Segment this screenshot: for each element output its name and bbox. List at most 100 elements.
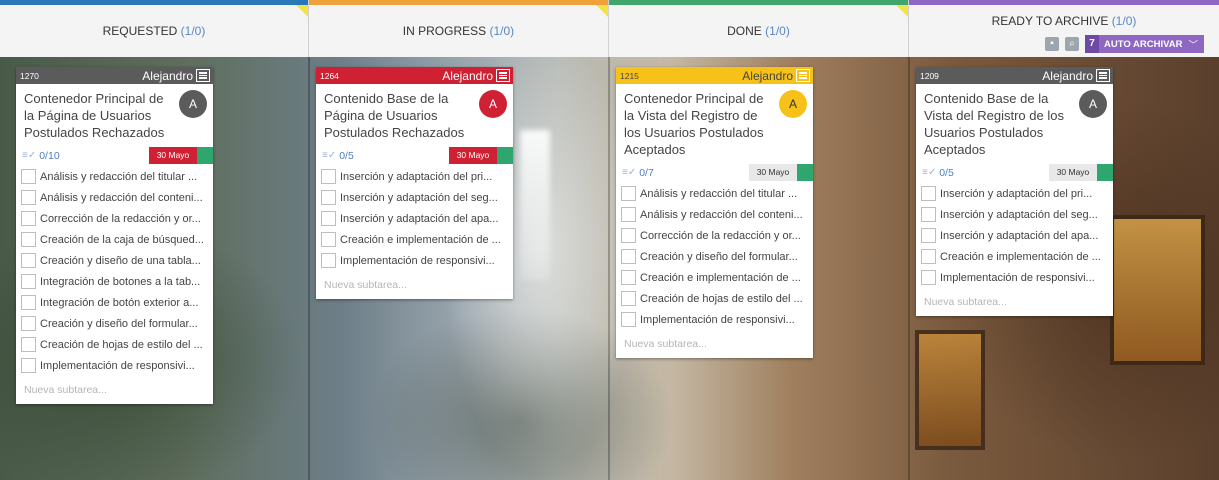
subtask-item[interactable]: Creación y diseño del formular... [16,313,213,334]
subtask-checkbox[interactable] [621,186,636,201]
new-subtask-input[interactable]: Nueva subtarea... [316,275,513,299]
subtask-checkbox[interactable] [21,232,36,247]
subtask-checkbox[interactable] [21,190,36,205]
subtask-item[interactable]: Inserción y adaptación del seg... [916,204,1113,225]
column-header-in-progress[interactable]: IN PROGRESS (1/0) [309,0,609,57]
subtask-item[interactable]: Implementación de responsivi... [16,355,213,376]
avatar[interactable]: A [479,90,507,118]
due-date-badge[interactable]: 30 Mayo [149,147,197,164]
card-meta: ≡✓ 0/7 30 Mayo [616,164,813,181]
subtask-item[interactable]: Análisis y redacción del conteni... [16,187,213,208]
archive-toolbar: ▪ ⌕ 7 AUTO ARCHIVAR ﹀ [1045,35,1204,53]
subtask-label: Implementación de responsivi... [640,313,795,326]
task-card[interactable]: 1270 Alejandro Contenedor Principal de l… [16,67,213,404]
chevron-down-icon[interactable]: ﹀ [1188,37,1198,51]
subtask-item[interactable]: Integración de botón exterior a... [16,292,213,313]
due-date-badge[interactable]: 30 Mayo [449,147,497,164]
subtask-item[interactable]: Implementación de responsivi... [316,250,513,271]
subtask-checkbox[interactable] [321,169,336,184]
subtask-checkbox[interactable] [21,274,36,289]
subtask-item[interactable]: Análisis y redacción del conteni... [616,204,813,225]
hamburger-menu-icon[interactable] [1096,69,1110,82]
subtask-progress[interactable]: ≡✓ 0/7 [616,167,749,179]
subtask-item[interactable]: Integración de botones a la tab... [16,271,213,292]
subtask-checkbox[interactable] [21,211,36,226]
subtask-item[interactable]: Creación e implementación de ... [316,229,513,250]
task-card[interactable]: 1264 Alejandro Contenido Base de la Pági… [316,67,513,299]
subtask-checkbox[interactable] [621,228,636,243]
subtask-item[interactable]: Inserción y adaptación del apa... [316,208,513,229]
subtask-checkbox[interactable] [21,358,36,373]
due-date-badge[interactable]: 30 Mayo [749,164,797,181]
subtask-item[interactable]: Análisis y redacción del titular ... [616,183,813,204]
subtask-checkbox[interactable] [621,249,636,264]
subtask-item[interactable]: Creación e implementación de ... [616,267,813,288]
subtask-checkbox[interactable] [921,249,936,264]
subtask-item[interactable]: Análisis y redacción del titular ... [16,166,213,187]
subtask-checkbox[interactable] [921,228,936,243]
subtask-item[interactable]: Creación y diseño de una tabla... [16,250,213,271]
card-meta: ≡✓ 0/10 30 Mayo [16,147,213,164]
subtask-checkbox[interactable] [621,270,636,285]
subtask-checkbox[interactable] [621,207,636,222]
card-title[interactable]: Contenedor Principal de la Vista del Reg… [624,91,763,157]
subtask-checkbox[interactable] [621,312,636,327]
subtask-item[interactable]: Inserción y adaptación del pri... [916,183,1113,204]
subtask-checkbox[interactable] [21,295,36,310]
hamburger-menu-icon[interactable] [496,69,510,82]
subtask-progress-text: 0/10 [39,149,60,162]
subtask-progress[interactable]: ≡✓ 0/5 [316,150,449,162]
subtask-checkbox[interactable] [321,253,336,268]
task-card[interactable]: 1215 Alejandro Contenedor Principal de l… [616,67,813,358]
subtask-item[interactable]: Creación de hojas de estilo del ... [16,334,213,355]
column-header-done[interactable]: DONE (1/0) [609,0,909,57]
subtask-checkbox[interactable] [321,232,336,247]
subtask-item[interactable]: Inserción y adaptación del apa... [916,225,1113,246]
auto-archive-button[interactable]: 7 AUTO ARCHIVAR ﹀ [1085,35,1204,53]
subtask-checkbox[interactable] [921,270,936,285]
new-subtask-input[interactable]: Nueva subtarea... [916,292,1113,316]
subtask-item[interactable]: Inserción y adaptación del pri... [316,166,513,187]
subtask-checkbox[interactable] [21,316,36,331]
column-title-text: IN PROGRESS [402,24,487,38]
new-subtask-input[interactable]: Nueva subtarea... [616,334,813,358]
task-card[interactable]: 1209 Alejandro Contenido Base de la Vist… [916,67,1113,316]
subtask-checkbox[interactable] [21,253,36,268]
subtask-progress[interactable]: ≡✓ 0/10 [16,150,149,162]
hamburger-menu-icon[interactable] [196,69,210,82]
card-title[interactable]: Contenido Base de la Página de Usuarios … [324,91,464,140]
subtask-progress-text: 0/5 [339,149,354,162]
card-title[interactable]: Contenido Base de la Vista del Registro … [924,91,1064,157]
subtask-item[interactable]: Corrección de la redacción y or... [616,225,813,246]
subtask-checkbox[interactable] [21,169,36,184]
column-header-requested[interactable]: REQUESTED (1/0) [0,0,309,57]
subtask-item[interactable]: Implementación de responsivi... [616,309,813,330]
subtask-progress[interactable]: ≡✓ 0/5 [916,167,1049,179]
due-date-badge[interactable]: 30 Mayo [1049,164,1097,181]
avatar[interactable]: A [1079,90,1107,118]
subtask-item[interactable]: Creación de la caja de búsqued... [16,229,213,250]
subtask-item[interactable]: Corrección de la redacción y or... [16,208,213,229]
subtask-item[interactable]: Inserción y adaptación del seg... [316,187,513,208]
card-header: 1270 Alejandro [16,67,213,84]
subtask-checkbox[interactable] [621,291,636,306]
subtask-item[interactable]: Creación y diseño del formular... [616,246,813,267]
new-subtask-input[interactable]: Nueva subtarea... [16,380,213,404]
subtask-checkbox[interactable] [21,337,36,352]
avatar[interactable]: A [179,90,207,118]
subtask-checkbox[interactable] [321,190,336,205]
hamburger-menu-icon[interactable] [796,69,810,82]
avatar[interactable]: A [779,90,807,118]
subtask-item[interactable]: Creación de hojas de estilo del ... [616,288,813,309]
subtask-item[interactable]: Creación e implementación de ... [916,246,1113,267]
subtask-checkbox[interactable] [921,207,936,222]
card-assignee-name: Alejandro [442,68,493,83]
card-title[interactable]: Contenedor Principal de la Página de Usu… [24,91,164,140]
search-icon[interactable]: ⌕ [1065,37,1080,51]
box-icon[interactable]: ▪ [1045,37,1060,51]
subtask-checkbox[interactable] [321,211,336,226]
column-title: IN PROGRESS (1/0) [309,24,608,38]
subtask-item[interactable]: Implementación de responsivi... [916,267,1113,288]
subtask-checkbox[interactable] [921,186,936,201]
column-header-ready-to-archive[interactable]: READY TO ARCHIVE (1/0) ▪ ⌕ 7 AUTO ARCHIV… [909,0,1219,57]
